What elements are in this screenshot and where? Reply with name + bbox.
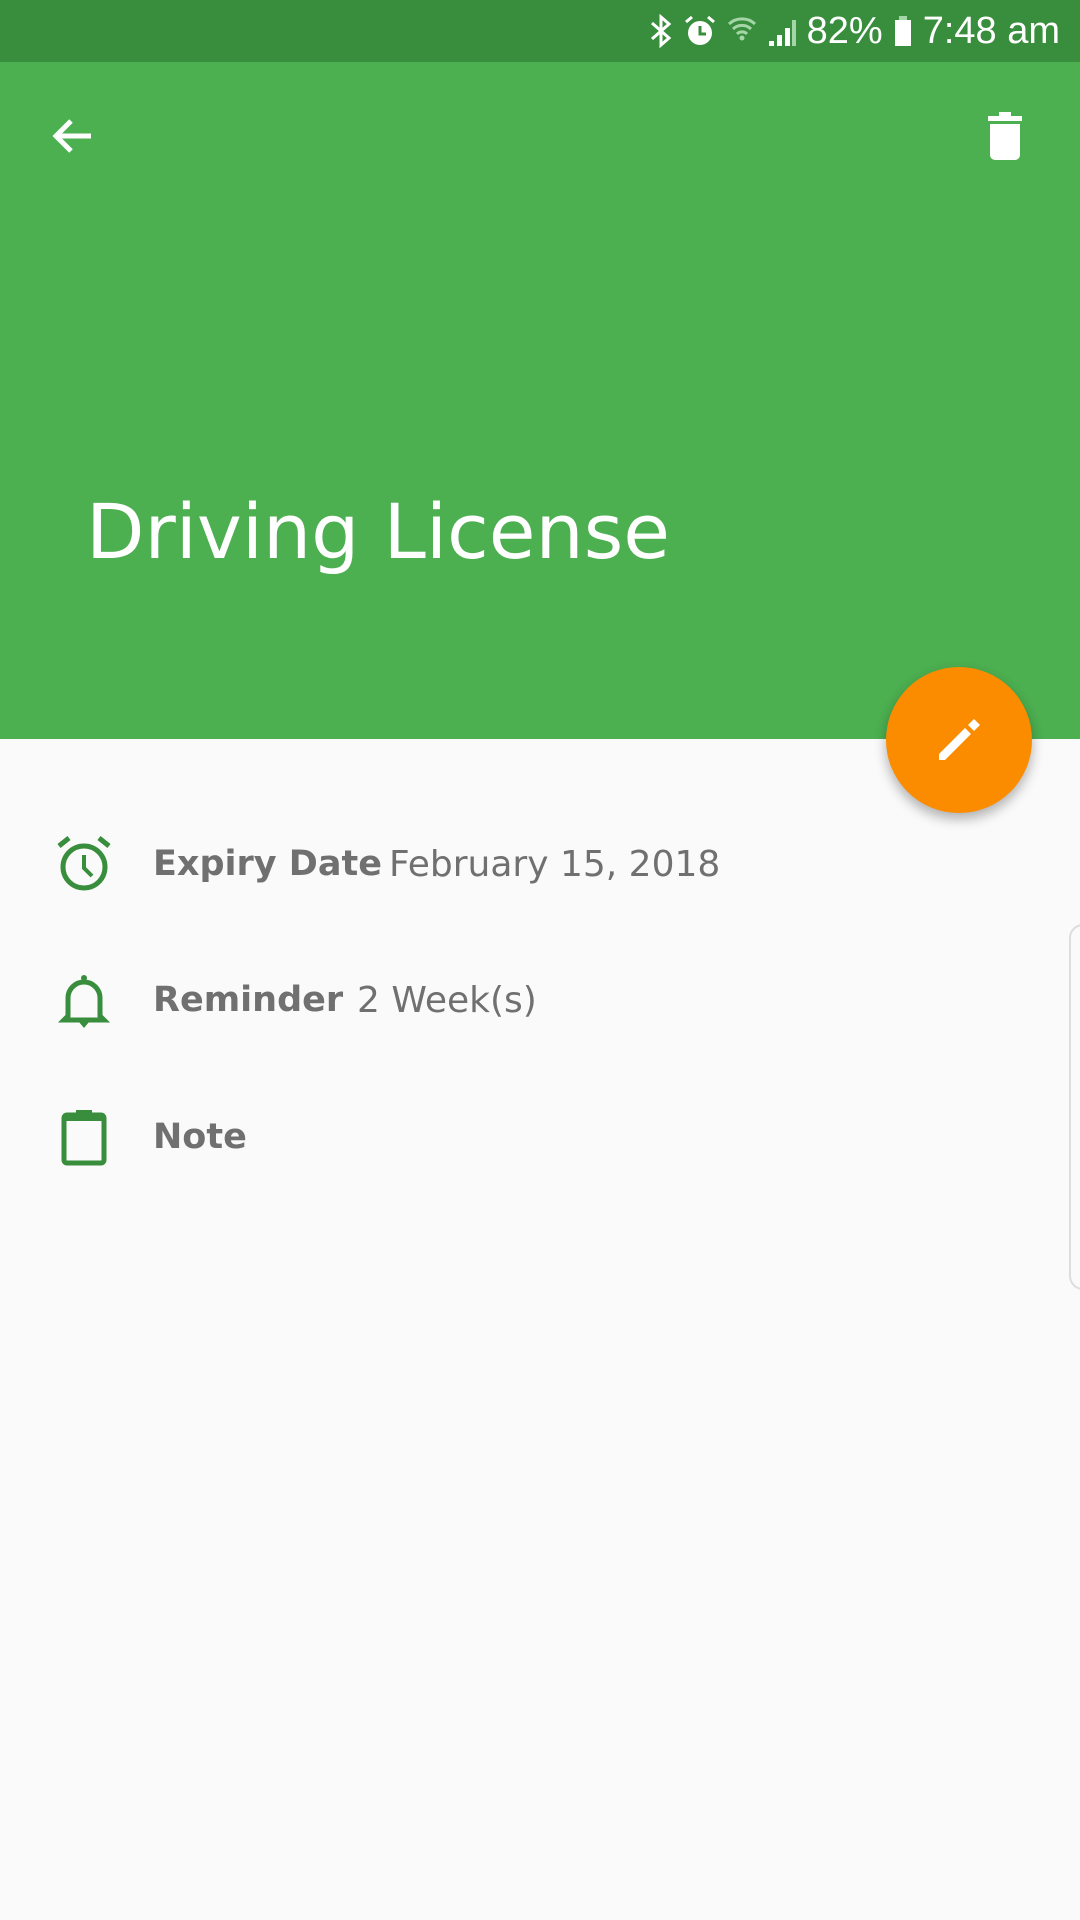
battery-icon bbox=[894, 16, 911, 46]
detail-row-reminder: Reminder 2 Week(s) bbox=[0, 950, 1000, 1050]
battery-percent: 82% bbox=[806, 9, 883, 52]
reminder-value: 2 Week(s) bbox=[357, 979, 537, 1021]
wifi-icon bbox=[727, 17, 756, 41]
bluetooth-icon bbox=[650, 14, 671, 48]
delete-button[interactable] bbox=[969, 100, 1041, 172]
clock: 7:48 am bbox=[922, 9, 1060, 52]
note-label: Note bbox=[153, 1117, 247, 1157]
edit-button[interactable] bbox=[886, 667, 1032, 813]
detail-row-expiry: Expiry Date February 15, 2018 bbox=[0, 814, 1000, 914]
expiry-date-label: Expiry Date bbox=[153, 844, 382, 884]
bell-icon bbox=[54, 970, 114, 1030]
alarm-clock-icon bbox=[54, 834, 114, 894]
expiry-date-value: February 15, 2018 bbox=[389, 843, 721, 885]
detail-row-note: Note bbox=[0, 1087, 1000, 1187]
status-bar: 82% 7:48 am bbox=[0, 0, 1080, 62]
back-button[interactable] bbox=[37, 100, 109, 172]
alarm-icon bbox=[684, 15, 715, 45]
pencil-icon bbox=[939, 719, 980, 760]
page-title: Driving License bbox=[86, 487, 671, 576]
clipboard-icon bbox=[54, 1107, 114, 1167]
app-header: Driving License bbox=[0, 62, 1080, 739]
reminder-label: Reminder bbox=[153, 980, 344, 1020]
arrow-back-icon bbox=[52, 119, 91, 153]
signal-icon bbox=[768, 20, 796, 46]
edge-panel-handle[interactable] bbox=[1069, 924, 1080, 1290]
trash-icon bbox=[988, 112, 1022, 160]
